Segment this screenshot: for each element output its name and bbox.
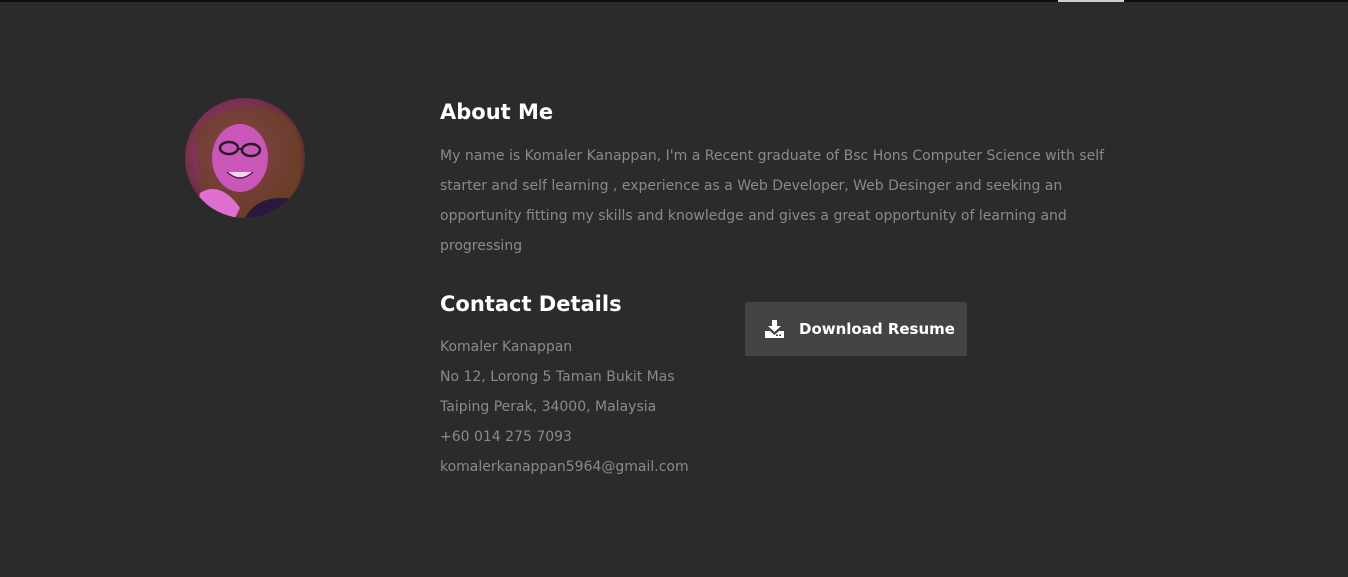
about-text: My name is Komaler Kanappan, I'm a Recen… — [440, 148, 1105, 254]
contact-details: Komaler Kanappan No 12, Lorong 5 Taman B… — [440, 332, 689, 482]
contact-name: Komaler Kanappan — [440, 339, 573, 355]
download-resume-button[interactable]: Download Resume — [745, 302, 967, 356]
about-heading: About Me — [440, 100, 554, 124]
download-icon — [765, 320, 784, 338]
download-resume-label: Download Resume — [799, 320, 955, 338]
contact-address-line1: No 12, Lorong 5 Taman Bukit Mas — [440, 369, 675, 385]
contact-heading: Contact Details — [440, 292, 622, 316]
profile-photo-art — [185, 98, 305, 218]
top-decoration — [1058, 0, 1124, 2]
contact-address-line2: Taiping Perak, 34000, Malaysia — [440, 399, 657, 415]
contact-email: komalerkanappan5964@gmail.com — [440, 459, 689, 475]
contact-phone: +60 014 275 7093 — [440, 429, 572, 445]
profile-photo — [185, 98, 305, 218]
top-divider — [0, 0, 1348, 2]
